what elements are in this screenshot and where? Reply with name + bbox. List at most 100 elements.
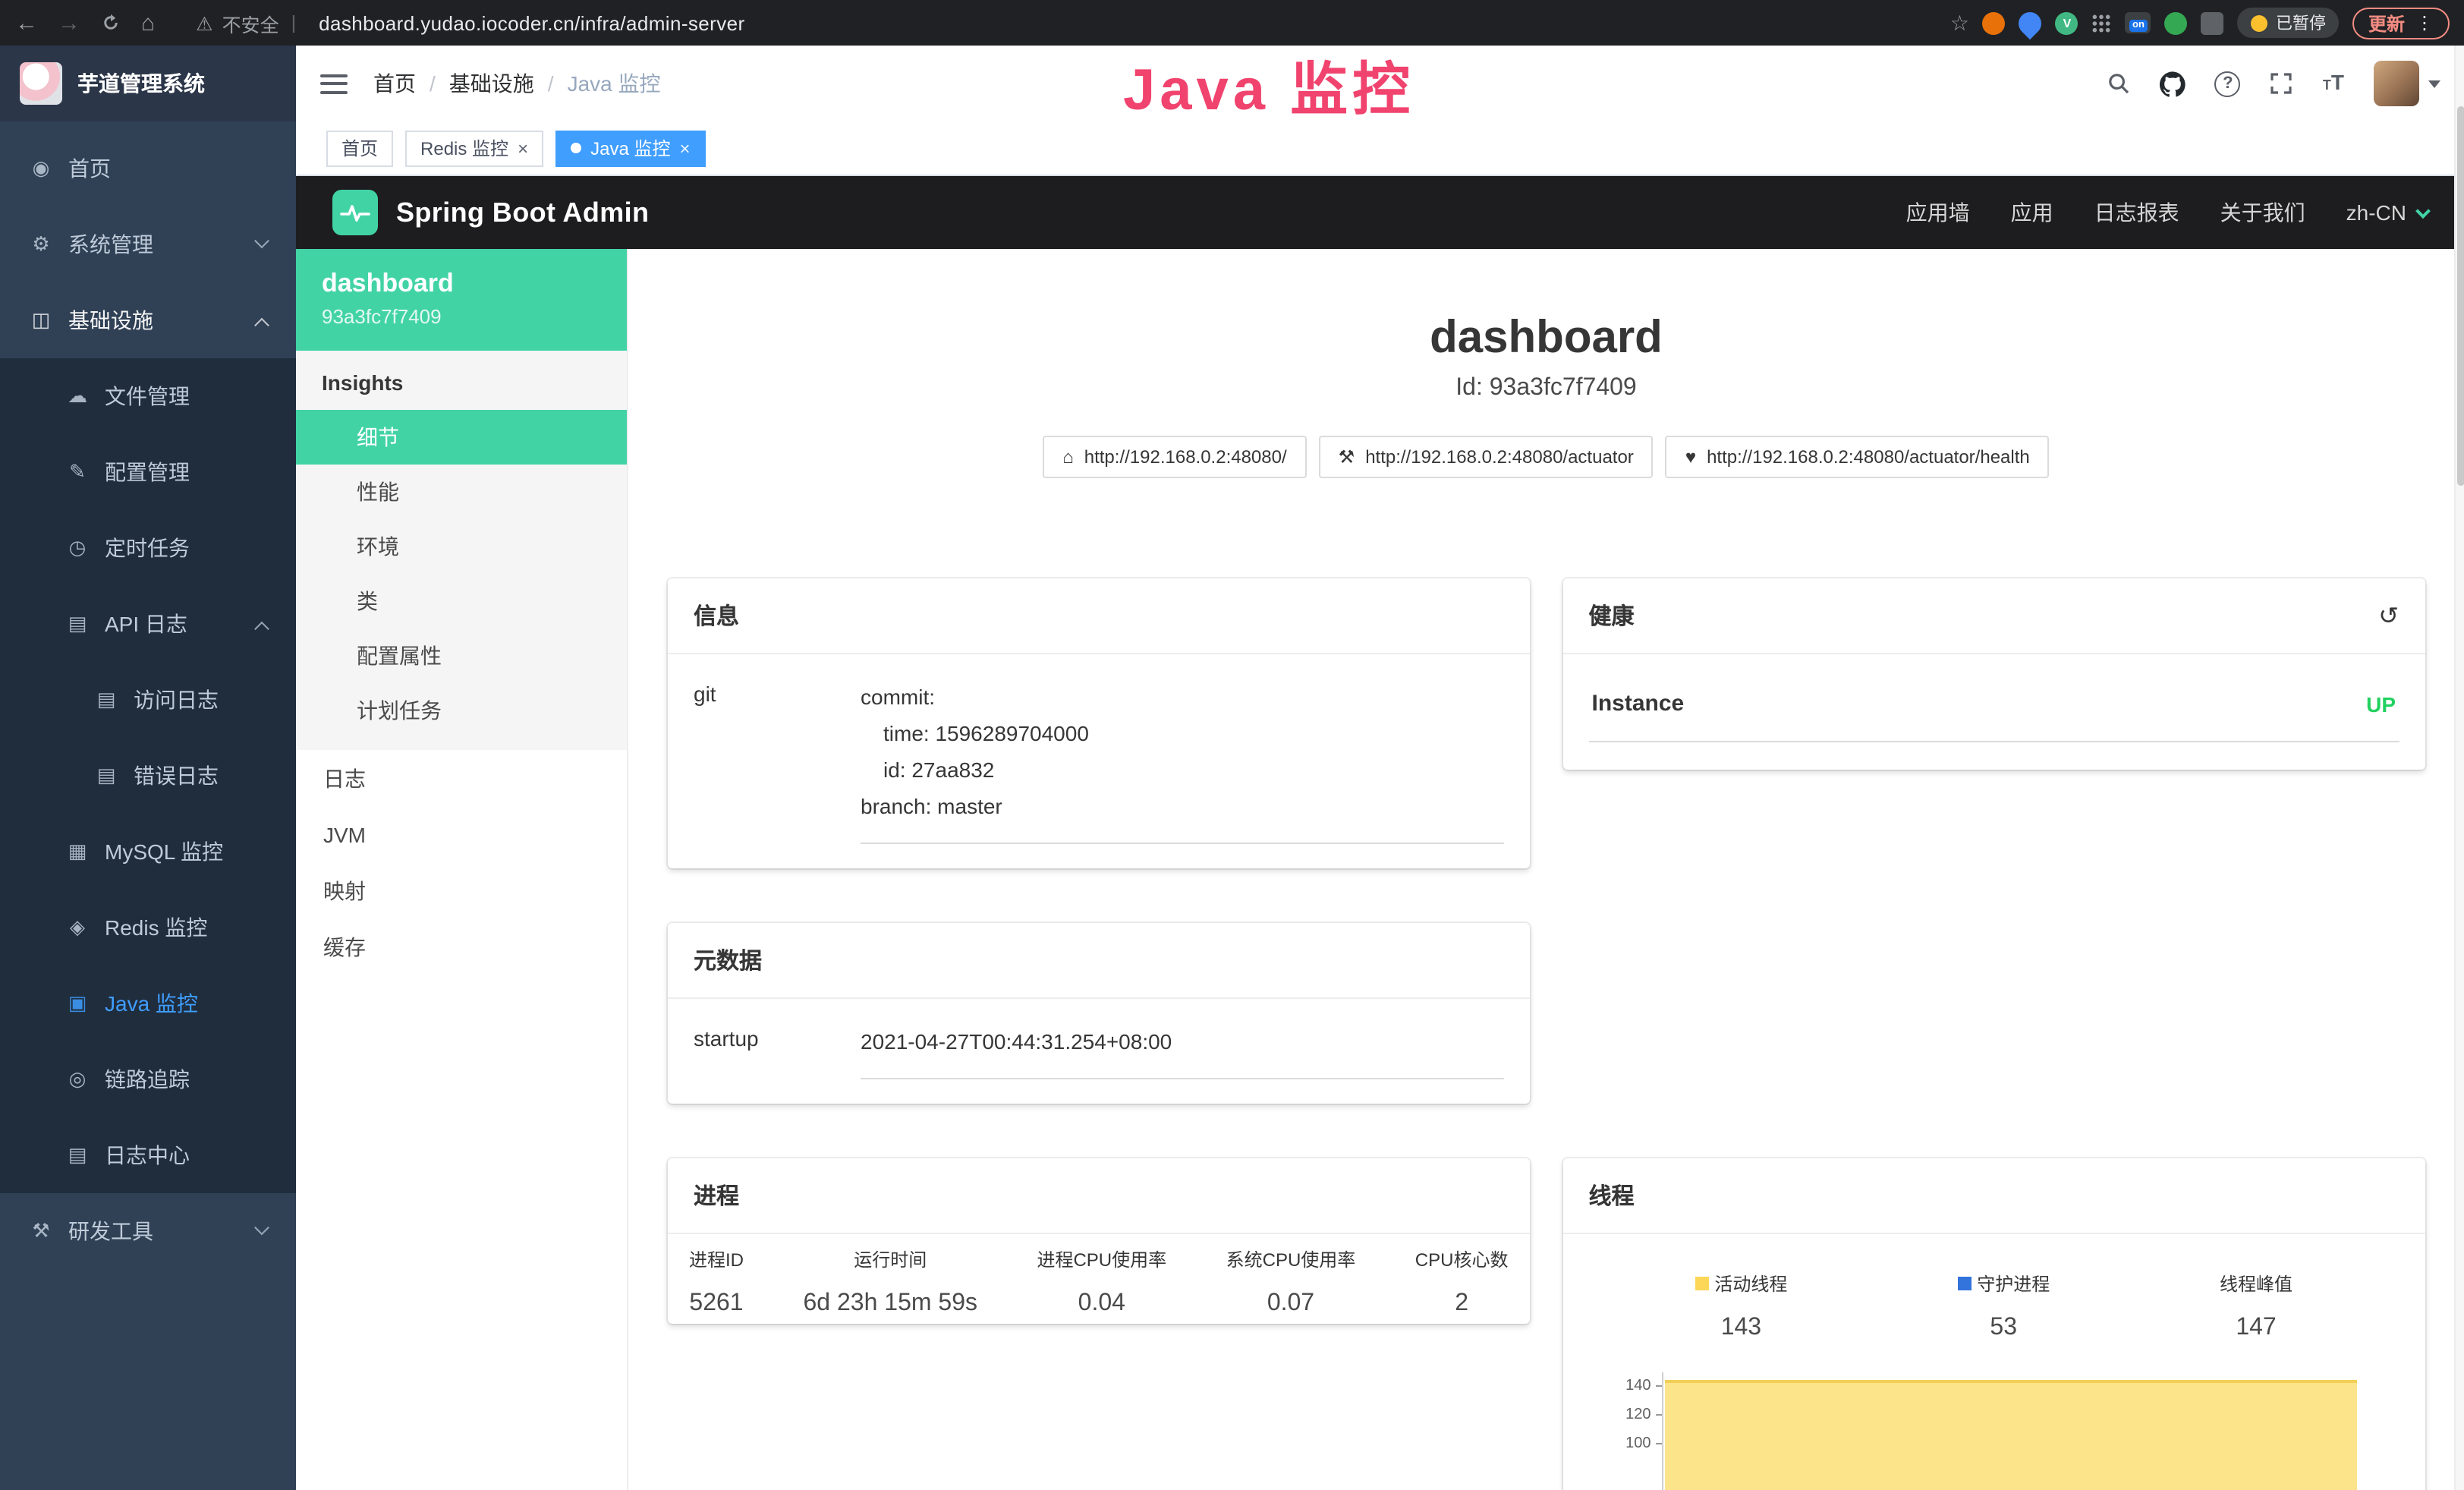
hamburger-button[interactable] [320,74,348,93]
user-menu[interactable] [2373,61,2440,106]
cloud-icon: ☁ [65,384,90,408]
info-card: 信息 git commit: time: 1596289704000 id: 2… [668,578,1530,868]
info-card-title: 信息 [668,578,1530,654]
sba-side-item-classes[interactable]: 类 [296,574,627,628]
close-icon[interactable]: × [679,139,690,157]
app-logo[interactable]: 芋道管理系统 [0,46,296,121]
gear-icon: ⚙ [29,232,53,257]
sba-side-item-scheduled[interactable]: 计划任务 [296,683,627,738]
sba-header: Spring Boot Admin 应用墙 应用 日志报表 关于我们 zh-CN [296,176,2464,249]
scrollbar-thumb[interactable] [2456,106,2464,486]
sidebar-item-devtools[interactable]: ⚒ 研发工具 [0,1193,296,1269]
sidebar-item-redis[interactable]: ◈ Redis 监控 [0,890,296,966]
sidebar-item-error-log[interactable]: ▤ 错误日志 [0,738,296,814]
sidebar-item-logcenter[interactable]: ▤ 日志中心 [0,1117,296,1193]
help-icon[interactable]: ? [2215,71,2241,96]
sba-side-item-details[interactable]: 细节 [296,410,627,465]
extension-icon-orange[interactable] [1983,11,2006,34]
bookmark-star-icon[interactable]: ☆ [1950,10,1969,36]
extension-icon-drop[interactable] [2015,7,2047,39]
sba-menu-wallboard[interactable]: 应用墙 [1906,197,1970,228]
paused-chip[interactable]: 已暂停 [2238,8,2340,38]
sba-instance-header[interactable]: dashboard 93a3fc7f7409 [296,249,627,351]
github-icon[interactable] [2160,71,2186,96]
font-size-icon[interactable]: TT [2323,70,2344,97]
sba-brand[interactable]: Spring Boot Admin [396,197,649,228]
browser-menu-icon[interactable]: ⋮ [2415,12,2434,33]
extension-icon-grid[interactable] [2092,13,2112,33]
layers-icon: ◈ [65,915,90,940]
tab-redis[interactable]: Redis 监控 × [405,130,543,166]
home-icon: ⌂ [1062,446,1074,468]
emoji-face-icon [2252,14,2268,31]
security-label: 不安全 [222,8,279,37]
health-row[interactable]: Instance UP [1589,691,2399,742]
sidebar-item-job[interactable]: ◷ 定时任务 [0,510,296,586]
threads-chart: 140 120 100 [1613,1372,2384,1490]
update-button[interactable]: 更新 ⋮ [2353,7,2449,39]
fullscreen-icon[interactable] [2270,71,2294,96]
search-icon[interactable] [2107,71,2132,96]
sba-menu-journal[interactable]: 日志报表 [2094,197,2179,228]
site-security-chip[interactable]: ⚠ 不安全 | [196,8,299,37]
instance-health-link[interactable]: ♥ http://192.168.0.2:48080/actuator/heal… [1666,436,2050,478]
sba-side-item-mappings[interactable]: 映射 [296,862,627,918]
chrome-toolbar-right: ☆ V on 已暂停 更新 ⋮ [1950,7,2449,39]
sba-insights-title: Insights [296,351,627,410]
sidebar-item-home[interactable]: ◉ 首页 [0,131,296,206]
sidebar-item-access-log[interactable]: ▤ 访问日志 [0,662,296,738]
instance-actuator-link[interactable]: ⚒ http://192.168.0.2:48080/actuator [1319,436,1654,478]
sba-menu-about[interactable]: 关于我们 [2220,197,2305,228]
page-scrollbar[interactable] [2453,46,2464,1490]
home-button[interactable]: ⌂ [141,11,155,34]
infra-submenu: ☁ 文件管理 ✎ 配置管理 ◷ 定时任务 ▤ API 日志 [0,358,296,1193]
health-card-title: 健康 [1589,600,1635,632]
sidebar-item-infra[interactable]: ◫ 基础设施 [0,282,296,358]
forward-button[interactable]: → [58,11,80,34]
reload-button[interactable] [100,12,121,33]
sba-menu-applications[interactable]: 应用 [2011,197,2053,228]
chevron-down-icon [254,1219,269,1234]
screenshot-root: ← → ⌂ ⚠ 不安全 | dashboard.yudao.iocoder.cn… [0,0,2464,1490]
history-icon[interactable]: ↺ [2378,600,2399,631]
close-icon[interactable]: × [518,139,528,157]
breadcrumb-home[interactable]: 首页 [373,68,416,99]
threads-chart-yaxis: 140 120 100 [1613,1372,1662,1490]
sidebar-item-mysql[interactable]: ▦ MySQL 监控 [0,814,296,890]
tab-java[interactable]: Java 监控 × [555,130,705,166]
breadcrumb-infra[interactable]: 基础设施 [449,68,534,99]
sba-side-item-caches[interactable]: 缓存 [296,918,627,975]
extension-icon-on-switch[interactable]: on [2126,12,2151,33]
sba-content: dashboard Id: 93a3fc7f7409 ⌂ http://192.… [628,249,2464,1490]
sidebar-item-file[interactable]: ☁ 文件管理 [0,358,296,434]
sidebar-item-java[interactable]: ▣ Java 监控 [0,966,296,1041]
sba-side-item-configprops[interactable]: 配置属性 [296,628,627,683]
sba-side-item-environment[interactable]: 环境 [296,519,627,574]
tab-home[interactable]: 首页 [326,130,393,166]
sidebar-item-system[interactable]: ⚙ 系统管理 [0,206,296,282]
stat-cpu-cores: CPU核心数 2 [1415,1246,1509,1318]
extension-icon-vue[interactable]: V [2056,11,2079,34]
sba-side-item-metrics[interactable]: 性能 [296,465,627,519]
sba-instance-name: dashboard [322,269,601,299]
extension-icon-leaf[interactable] [2165,11,2188,34]
navbar-actions: ? TT [2107,61,2440,106]
sidebar-item-api-log[interactable]: ▤ API 日志 [0,586,296,662]
sba-side-item-jvm[interactable]: JVM [296,806,627,862]
instance-home-link[interactable]: ⌂ http://192.168.0.2:48080/ [1043,436,1306,478]
sidebar-item-config[interactable]: ✎ 配置管理 [0,434,296,510]
screenshot-annotation: Java 监控 [1123,43,1415,126]
sba-logo-icon[interactable] [332,190,378,235]
process-card: 进程 进程ID 5261 运行时间 6d 23h 15m 59s [668,1158,1530,1324]
address-bar-url[interactable]: dashboard.yudao.iocoder.cn/infra/admin-s… [319,11,744,34]
sba-locale-select[interactable]: zh-CN [2346,200,2428,225]
back-button[interactable]: ← [15,11,38,34]
tags-bar: 首页 Redis 监控 × Java 监控 × [296,121,2464,176]
extension-icon-puppeteer[interactable] [2201,11,2224,34]
breadcrumb-current: Java 监控 [568,68,661,99]
table-icon: ▦ [65,840,90,864]
legend-blue-swatch [1957,1277,1971,1290]
sba-side-item-logs[interactable]: 日志 [296,750,627,806]
monitor-icon: ▣ [65,991,90,1016]
sidebar-item-trace[interactable]: ◎ 链路追踪 [0,1041,296,1117]
